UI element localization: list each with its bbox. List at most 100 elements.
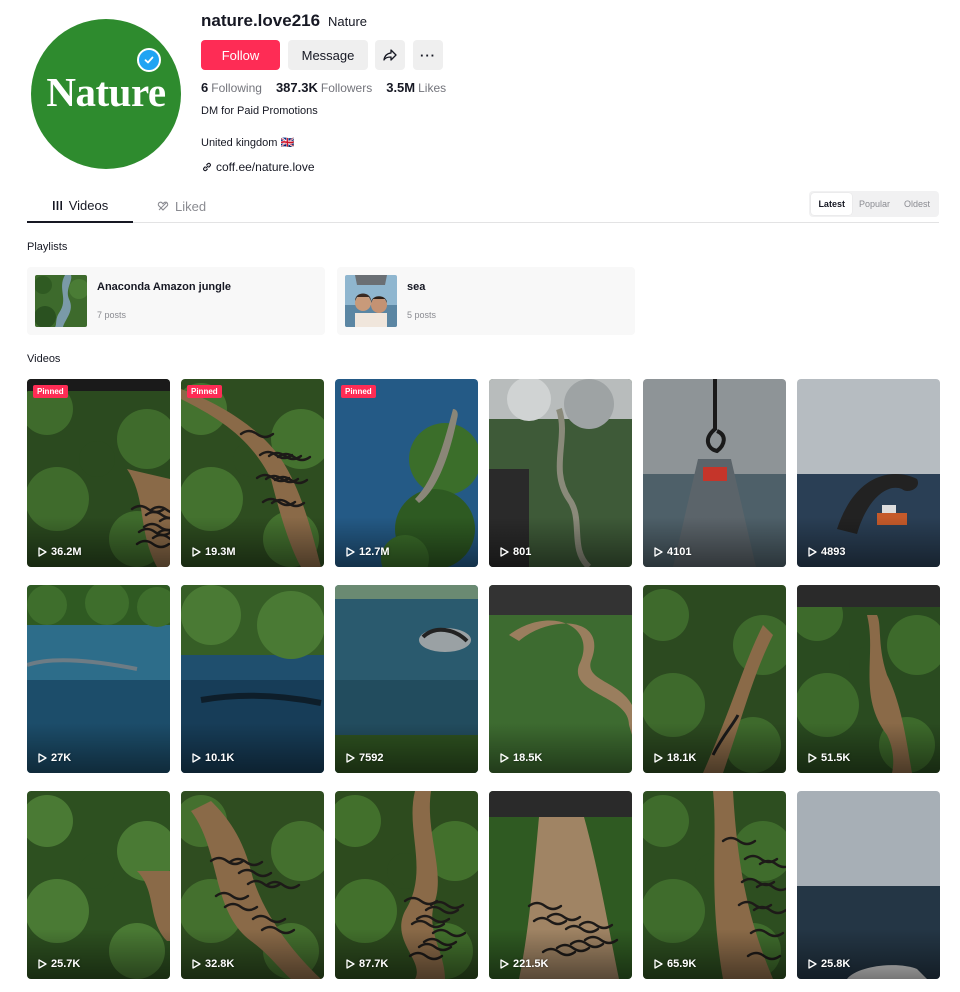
view-count-text: 87.7K [359, 958, 389, 970]
play-icon [38, 959, 47, 969]
video-thumbnail[interactable]: Pinned 12.7M [335, 379, 478, 567]
view-count: 18.1K [654, 752, 696, 764]
video-thumbnail[interactable]: 87.7K [335, 791, 478, 979]
likes-stat: 3.5M Likes [386, 80, 446, 95]
play-icon [346, 753, 355, 763]
location-text: United kingdom 🇬🇧 [201, 137, 295, 149]
view-count-text: 65.9K [667, 958, 697, 970]
followers-label: Followers [320, 81, 373, 95]
cover-gradient [181, 723, 324, 773]
sort-latest-button[interactable]: Latest [811, 193, 852, 215]
cover-gradient [797, 723, 940, 773]
video-thumbnail[interactable]: 18.1K [643, 585, 786, 773]
view-count-text: 19.3M [205, 546, 236, 558]
play-icon [192, 547, 201, 557]
playlist-title: sea [407, 281, 426, 293]
view-count: 10.1K [192, 752, 234, 764]
view-count: 25.7K [38, 958, 80, 970]
video-thumbnail[interactable]: 801 [489, 379, 632, 567]
view-count-text: 10.1K [205, 752, 235, 764]
nickname: Nature [328, 14, 368, 29]
profile-link[interactable]: coff.ee/nature.love [201, 160, 315, 174]
tab-liked[interactable]: Liked [157, 189, 206, 223]
link-icon [203, 162, 211, 172]
video-thumbnail[interactable]: 32.8K [181, 791, 324, 979]
sort-popular-button[interactable]: Popular [852, 193, 897, 215]
cover-gradient [27, 517, 170, 567]
playlist-thumbnail [345, 275, 397, 327]
video-thumbnail[interactable]: 51.5K [797, 585, 940, 773]
play-icon [500, 547, 509, 557]
video-thumbnail[interactable]: 65.9K [643, 791, 786, 979]
view-count: 19.3M [192, 546, 236, 558]
sort-oldest-button[interactable]: Oldest [897, 193, 937, 215]
video-thumbnail[interactable]: 25.7K [27, 791, 170, 979]
avatar[interactable]: Nature [31, 19, 181, 169]
sort-toggle: Latest Popular Oldest [809, 191, 939, 217]
video-thumbnail[interactable]: 4893 [797, 379, 940, 567]
pinned-badge: Pinned [341, 385, 376, 398]
view-count: 87.7K [346, 958, 388, 970]
username: nature.love216 [201, 11, 321, 30]
view-count: 51.5K [808, 752, 850, 764]
video-thumbnail[interactable]: 4101 [643, 379, 786, 567]
view-count-text: 27K [51, 752, 72, 764]
playlist-card[interactable]: Anaconda Amazon jungle 7 posts [27, 267, 325, 335]
view-count: 25.8K [808, 958, 850, 970]
play-icon [500, 753, 509, 763]
view-count-text: 25.7K [51, 958, 81, 970]
view-count-text: 18.1K [667, 752, 697, 764]
video-thumbnail[interactable]: 18.5K [489, 585, 632, 773]
view-count-text: 801 [513, 546, 532, 558]
play-icon [808, 959, 817, 969]
view-count-text: 7592 [359, 752, 384, 764]
play-icon [192, 959, 201, 969]
profile-tabs: Videos Liked Latest Popular Oldest [27, 189, 939, 223]
cover-gradient [643, 723, 786, 773]
playlist-title: Anaconda Amazon jungle [97, 281, 232, 293]
following-label: Following [211, 81, 262, 95]
cover-gradient [643, 517, 786, 567]
bio-text: DM for Paid Promotions [201, 105, 318, 117]
profile-stats: 6 Following 387.3K Followers 3.5M Likes [201, 80, 446, 95]
play-icon [654, 547, 663, 557]
play-icon [500, 959, 509, 969]
video-thumbnail[interactable]: 25.8K [797, 791, 940, 979]
tab-videos[interactable]: Videos [27, 189, 133, 223]
more-options-button[interactable]: ··· [413, 40, 443, 70]
cover-gradient [335, 517, 478, 567]
share-icon [383, 49, 397, 61]
view-count: 32.8K [192, 958, 234, 970]
play-icon [192, 753, 201, 763]
avatar-logo-text: Nature [46, 69, 166, 115]
view-count-text: 12.7M [359, 546, 390, 558]
following-stat[interactable]: 6 Following [201, 80, 262, 95]
playlist-card[interactable]: sea 5 posts [337, 267, 635, 335]
view-count-text: 4101 [667, 546, 692, 558]
tab-liked-label: Liked [175, 198, 207, 214]
likes-label: Likes [418, 81, 447, 95]
view-count: 36.2M [38, 546, 82, 558]
following-count: 6 [201, 80, 209, 95]
followers-stat[interactable]: 387.3K Followers [276, 80, 372, 95]
video-thumbnail[interactable]: Pinned 19.3M [181, 379, 324, 567]
cover-gradient [181, 517, 324, 567]
video-thumbnail[interactable]: Pinned 36.2M [27, 379, 170, 567]
follow-button[interactable]: Follow [201, 40, 280, 70]
verified-badge-icon [137, 48, 161, 72]
playlist-post-count: 7 posts [97, 310, 127, 320]
cover-gradient [489, 517, 632, 567]
share-button[interactable] [375, 40, 405, 70]
video-thumbnail[interactable]: 10.1K [181, 585, 324, 773]
message-button[interactable]: Message [288, 40, 368, 70]
video-thumbnail[interactable]: 221.5K [489, 791, 632, 979]
cover-gradient [27, 723, 170, 773]
play-icon [654, 753, 663, 763]
video-thumbnail[interactable]: 27K [27, 585, 170, 773]
cover-gradient [797, 929, 940, 979]
view-count-text: 32.8K [205, 958, 235, 970]
pinned-badge: Pinned [33, 385, 68, 398]
view-count: 12.7M [346, 546, 390, 558]
cover-gradient [335, 929, 478, 979]
video-thumbnail[interactable]: 7592 [335, 585, 478, 773]
